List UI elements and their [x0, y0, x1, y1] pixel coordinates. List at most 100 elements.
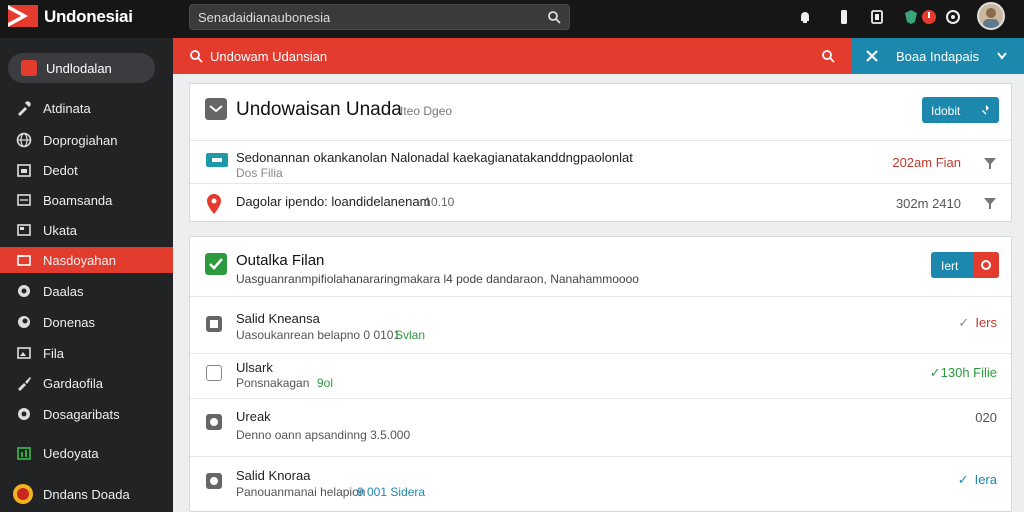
- settings-icon[interactable]: [945, 9, 961, 25]
- sidebar-item-ukata[interactable]: Ukata: [0, 217, 173, 243]
- list-item-title: Ulsark: [236, 360, 273, 375]
- top-bar: Undonesiai Senadaidianaubonesia: [0, 0, 1024, 38]
- sidebar-item-label: Daalas: [43, 284, 84, 299]
- chart-icon: [17, 447, 31, 460]
- sidebar-item-label: Donenas: [43, 315, 96, 330]
- list-item-meta-label: Iers: [975, 315, 997, 330]
- avatar[interactable]: [977, 2, 1005, 30]
- refresh-icon: [982, 105, 989, 115]
- list-icon: [17, 194, 31, 206]
- list-item-subtitle: · 10.10: [417, 195, 455, 209]
- sidebar-item-dedot[interactable]: Dedot: [0, 157, 173, 183]
- submit-button-label: Idobit: [931, 104, 961, 118]
- file-icon: [206, 414, 222, 430]
- card-title: Undowaisan Unada: [236, 99, 402, 120]
- sidebar-item-atdinata[interactable]: Atdinata: [0, 95, 173, 121]
- sidebar-item-label: Fila: [43, 346, 64, 361]
- card-title: Outalka Filan: [236, 252, 325, 269]
- list-item-meta-label: 130h Filie: [940, 365, 997, 380]
- alert-icon[interactable]: [921, 9, 937, 25]
- list-item[interactable]: Sedonannan okankanolan Nalonadal kaekagi…: [190, 140, 1011, 183]
- more-button[interactable]: [973, 252, 999, 278]
- check-icon: ✓: [929, 365, 941, 380]
- card-subtitle: Uasguanranmpifiolahanararingmakara l4 po…: [236, 272, 639, 286]
- brush-icon: [18, 377, 31, 391]
- section-header-title: Undowam Udansian: [210, 49, 328, 64]
- sidebar-item-label: Nasdoyahan: [43, 253, 116, 268]
- circle-icon: [18, 316, 30, 328]
- list-item-tag: 9 001 Sidera: [357, 485, 426, 499]
- card-subtitle: Iteo Dgeo: [400, 104, 453, 118]
- list-item[interactable]: Dagolar ipendo: loandidelanenam · 10.10 …: [190, 183, 1011, 222]
- checkbox-checked-icon[interactable]: [205, 253, 227, 275]
- list-item[interactable]: Salid Kneansa Uasoukanrean belapno 0 010…: [190, 296, 1011, 353]
- checkbox[interactable]: [206, 365, 222, 381]
- card-icon: [17, 224, 31, 236]
- notification-icon[interactable]: [797, 9, 813, 25]
- wrench-icon: [18, 101, 31, 116]
- list-item[interactable]: Ulsark Ponsnakagan 9ol ✓130h Filie: [190, 353, 1011, 398]
- shield-icon[interactable]: [903, 9, 919, 25]
- clock-icon: [18, 408, 30, 420]
- search-input[interactable]: Senadaidianaubonesia: [189, 4, 570, 30]
- sidebar-top-item[interactable]: Undlodalan: [8, 53, 155, 83]
- filter-icon[interactable]: [983, 196, 997, 210]
- list-item-tag: 9ol: [317, 376, 334, 390]
- sidebar-item-label: Gardaofila: [43, 376, 103, 391]
- summary-card: Undowaisan Unada Iteo Dgeo Idobit Sedona…: [189, 83, 1012, 222]
- filter-icon[interactable]: [983, 156, 997, 170]
- submit-button[interactable]: Idobit: [922, 97, 999, 123]
- sidebar-item-donenas[interactable]: Donenas: [0, 309, 173, 335]
- search-input-value[interactable]: Senadaidianaubonesia: [198, 10, 330, 25]
- calendar-icon: [17, 164, 31, 177]
- sidebar-item-uedoyata[interactable]: Uedoyata: [0, 440, 173, 466]
- list-item-subtitle: Denno oann apsandinng 3.5.000: [236, 428, 411, 442]
- check-icon: ✓: [957, 472, 969, 487]
- upload-button[interactable]: Iert: [931, 252, 999, 278]
- app-logo-icon[interactable]: [8, 5, 38, 27]
- sidebar: Undlodalan Atdinata Doprogiahan Dedot Bo…: [0, 38, 173, 512]
- list-item-subtitle: Ponsnakagan: [236, 376, 310, 390]
- image-icon: [17, 347, 31, 359]
- close-icon[interactable]: [865, 49, 879, 63]
- list-item-meta: 302m 2410: [895, 196, 961, 211]
- clipboard-icon[interactable]: [869, 9, 885, 25]
- sidebar-item-fila[interactable]: Fila: [0, 340, 173, 366]
- list-item-meta: ✓130h Filie: [930, 365, 997, 381]
- files-card: Outalka Filan Uasguanranmpifiolahanarari…: [189, 236, 1012, 512]
- search-icon[interactable]: [189, 49, 203, 63]
- sidebar-item-gardaofila[interactable]: Gardaofila: [0, 370, 173, 396]
- sidebar-item-boamsanda[interactable]: Boamsanda: [0, 187, 173, 213]
- sidebar-item-nasdoyahan[interactable]: Nasdoyahan: [0, 247, 173, 273]
- sidebar-top-label: Undlodalan: [46, 61, 112, 76]
- sidebar-item-dosagaribats[interactable]: Dosagaribats: [0, 401, 173, 427]
- list-item[interactable]: Salid Knoraa Panouanmanai helapion 9 001…: [190, 456, 1011, 512]
- list-item[interactable]: Ureak Denno oann apsandinng 3.5.000 020: [190, 398, 1011, 456]
- list-item-meta: 020: [975, 410, 997, 425]
- filter-dropdown[interactable]: Boaa Indapais: [851, 38, 1024, 74]
- emblem-icon: [13, 484, 33, 504]
- gear-icon: [981, 260, 991, 270]
- folder-icon: [17, 255, 31, 266]
- sidebar-item-label: Ukata: [43, 223, 77, 238]
- sidebar-item-dndans-doada[interactable]: Dndans Doada: [0, 481, 173, 507]
- list-item-tag: Svlan: [395, 328, 426, 342]
- chevron-down-icon: [997, 52, 1007, 60]
- sidebar-item-doprogiahan[interactable]: Doprogiahan: [0, 127, 173, 153]
- phone-icon[interactable]: [836, 9, 852, 25]
- upload-button-label: Iert: [941, 259, 959, 273]
- app-icon: [21, 60, 37, 76]
- search-icon[interactable]: [547, 10, 561, 24]
- list-item-title: Dagolar ipendo: loandidelanenam: [236, 194, 431, 209]
- location-pin-icon: [207, 194, 221, 214]
- chat-icon: [18, 285, 30, 297]
- list-item-meta-label: Iera: [974, 472, 997, 487]
- list-item-subtitle: Uasoukanrean belapno 0 0101: [236, 328, 401, 342]
- list-item-title: Ureak: [236, 409, 271, 424]
- sidebar-item-daalas[interactable]: Daalas: [0, 278, 173, 304]
- sidebar-item-label: Doprogiahan: [43, 133, 118, 148]
- list-item-title: Salid Kneansa: [236, 311, 320, 326]
- section-header-bar: Undowam Udansian: [173, 38, 851, 74]
- search-icon[interactable]: [821, 49, 835, 63]
- ticket-icon: [206, 153, 228, 167]
